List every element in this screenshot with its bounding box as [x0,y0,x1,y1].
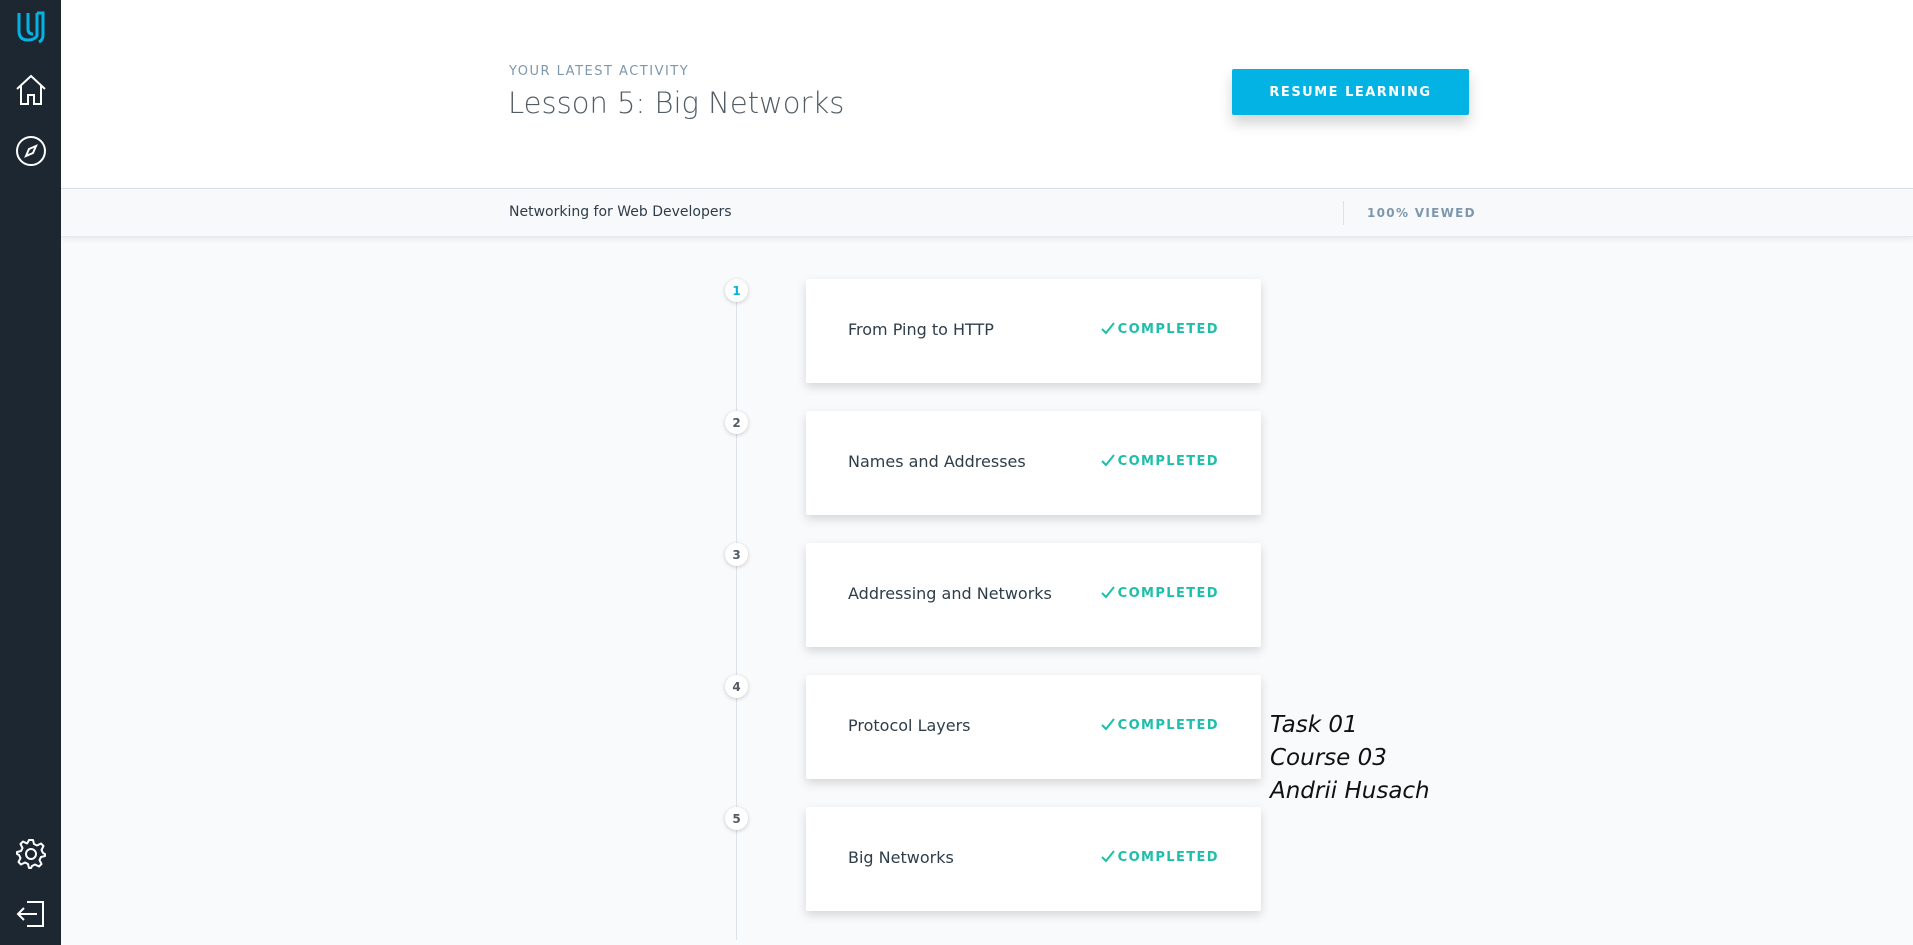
check-icon [1100,718,1115,731]
timeline-line [736,290,737,940]
progress-label: 100% VIEWED [1367,206,1476,220]
status-label: COMPLETED [1117,717,1219,733]
status-label: COMPLETED [1117,453,1219,469]
lesson-card[interactable]: Big Networks COMPLETED [806,807,1261,911]
status-badge: COMPLETED [1100,453,1219,469]
check-icon [1100,850,1115,863]
compass-icon[interactable] [0,129,61,173]
lesson-card[interactable]: Protocol Layers COMPLETED [806,675,1261,779]
course-bar: Networking for Web Developers 100% VIEWE… [61,189,1913,237]
status-label: COMPLETED [1117,585,1219,601]
status-badge: COMPLETED [1100,717,1219,733]
step-number: 4 [725,675,748,698]
lesson-title: From Ping to HTTP [848,320,994,339]
course-name[interactable]: Networking for Web Developers [509,204,732,220]
lesson-card[interactable]: Addressing and Networks COMPLETED [806,543,1261,647]
gear-icon[interactable] [0,832,61,876]
step-number: 5 [725,807,748,830]
step-number: 1 [725,279,748,302]
lesson-title: Protocol Layers [848,716,971,735]
overlay-line-author: Andrii Husach [1270,778,1430,804]
sidebar [0,0,61,945]
overlay-note: Task 01 Course 03 Andrii Husach [1270,709,1430,808]
check-icon [1100,586,1115,599]
lesson-title: Lesson 5: Big Networks [508,86,845,120]
lesson-title: Big Networks [848,848,954,867]
activity-eyebrow: YOUR LATEST ACTIVITY [509,64,690,79]
overlay-line-course: Course 03 [1270,745,1387,771]
main-content: YOUR LATEST ACTIVITY Lesson 5: Big Netwo… [61,0,1913,945]
overlay-line-task: Task 01 [1270,712,1358,738]
logout-icon[interactable] [0,892,61,936]
check-icon [1100,454,1115,467]
step-number: 3 [725,543,748,566]
lesson-title: Addressing and Networks [848,584,1052,603]
check-icon [1100,322,1115,335]
divider [1343,201,1344,225]
status-badge: COMPLETED [1100,849,1219,865]
lesson-title: Names and Addresses [848,452,1026,471]
status-label: COMPLETED [1117,321,1219,337]
resume-learning-button[interactable]: RESUME LEARNING [1232,69,1469,115]
lesson-card[interactable]: Names and Addresses COMPLETED [806,411,1261,515]
activity-header: YOUR LATEST ACTIVITY Lesson 5: Big Netwo… [61,0,1913,189]
status-badge: COMPLETED [1100,585,1219,601]
status-label: COMPLETED [1117,849,1219,865]
step-number: 2 [725,411,748,434]
home-icon[interactable] [0,68,61,112]
status-badge: COMPLETED [1100,321,1219,337]
udacity-logo-icon[interactable] [0,5,61,49]
lesson-card[interactable]: From Ping to HTTP COMPLETED [806,279,1261,383]
